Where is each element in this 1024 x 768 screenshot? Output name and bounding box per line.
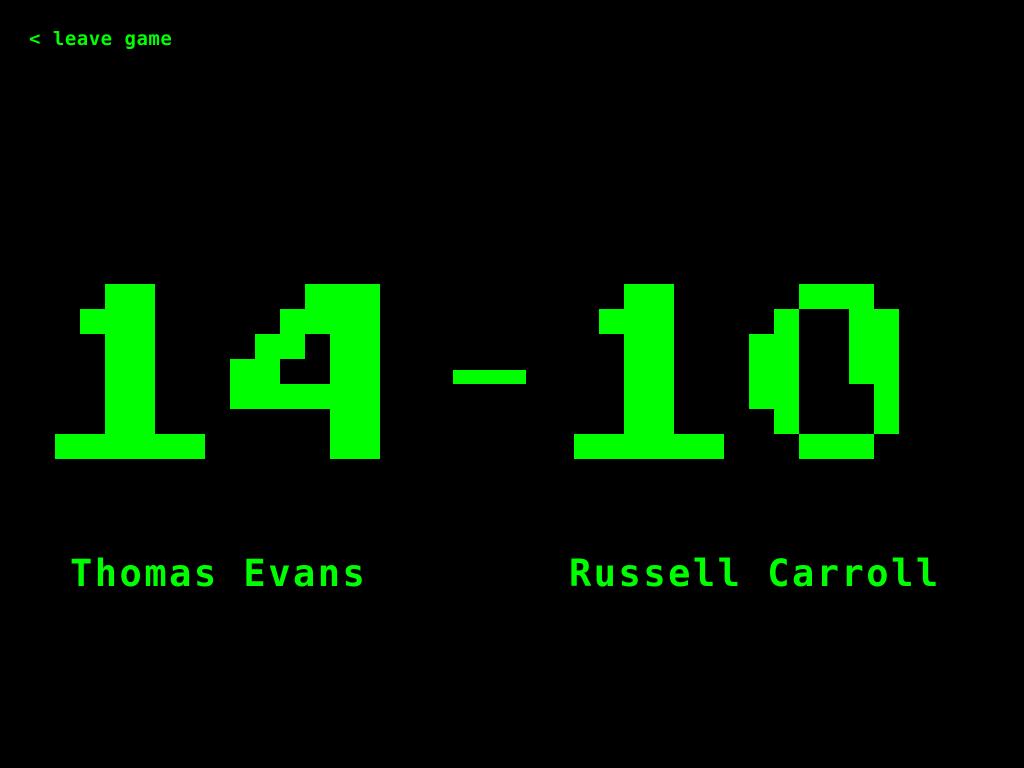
score-pixel [255,334,280,359]
score-pixel [624,334,649,359]
score-pixel [230,359,255,384]
score-pixel [599,309,624,334]
score-pixel [330,434,355,459]
score-pixel [355,409,380,434]
score-pixel [624,434,649,459]
score-right-digit [749,284,899,459]
score-pixel [624,359,649,384]
score-pixel [649,284,674,309]
score-pixel [105,334,130,359]
score-pixel [749,359,774,384]
score-pixel [774,309,799,334]
score-right-digit [574,284,724,459]
score-pixel [130,434,155,459]
score-pixel [305,309,330,334]
score-pixel [874,359,899,384]
score-pixel [774,409,799,434]
score-pixel [355,309,380,334]
score-pixel [849,359,874,384]
score-left-digit [55,284,205,459]
player-right-name: Russell Carroll [569,552,941,595]
score-pixel [649,434,674,459]
score-pixel [799,434,824,459]
score-pixel [574,434,599,459]
score-pixel [80,309,105,334]
score-pixel [280,384,305,409]
score-pixel [305,284,330,309]
score-pixel [280,334,305,359]
score-pixel [649,334,674,359]
score-pixel [305,384,330,409]
score-left-digit [230,284,380,459]
score-separator [453,370,526,384]
score-pixel [649,409,674,434]
score-pixel [255,384,280,409]
score-pixel [799,284,824,309]
score-pixel [105,384,130,409]
score-pixel [874,334,899,359]
score-pixel [355,384,380,409]
score-pixel [649,359,674,384]
score-pixel [749,384,774,409]
score-pixel [330,334,355,359]
score-pixel [674,434,699,459]
score-pixel [330,284,355,309]
score-pixel [155,434,180,459]
score-pixel [330,359,355,384]
score-pixel [849,284,874,309]
score-pixel [649,309,674,334]
score-pixel [130,409,155,434]
score-pixel [105,434,130,459]
score-pixel [824,434,849,459]
score-pixel [849,334,874,359]
score-pixel [230,384,255,409]
score-pixel [599,434,624,459]
score-pixel [849,309,874,334]
score-pixel [280,309,305,334]
score-pixel [355,434,380,459]
scoreboard [55,284,899,459]
score-pixel [55,434,80,459]
score-pixel [130,334,155,359]
score-pixel [624,409,649,434]
score-pixel [624,284,649,309]
score-pixel [130,359,155,384]
score-pixel [624,384,649,409]
score-pixel [330,309,355,334]
score-pixel [355,359,380,384]
score-pixel [849,434,874,459]
score-pixel [330,409,355,434]
score-pixel [355,334,380,359]
score-pixel [105,359,130,384]
score-pixel [130,284,155,309]
score-pixel [824,284,849,309]
score-pixel [774,359,799,384]
player-left-name: Thomas Evans [70,552,368,595]
score-pixel [774,384,799,409]
score-pixel [699,434,724,459]
score-pixel [624,309,649,334]
score-pixel [180,434,205,459]
score-pixel [749,334,774,359]
score-pixel [874,384,899,409]
score-pixel [649,384,674,409]
score-pixel [80,434,105,459]
score-pixel [255,359,280,384]
score-pixel [355,284,380,309]
score-pixel [130,384,155,409]
score-pixel [774,334,799,359]
score-pixel [105,409,130,434]
score-pixel [874,409,899,434]
score-pixel [874,309,899,334]
score-pixel [105,309,130,334]
score-pixel [105,284,130,309]
score-pixel [330,384,355,409]
score-pixel [130,309,155,334]
